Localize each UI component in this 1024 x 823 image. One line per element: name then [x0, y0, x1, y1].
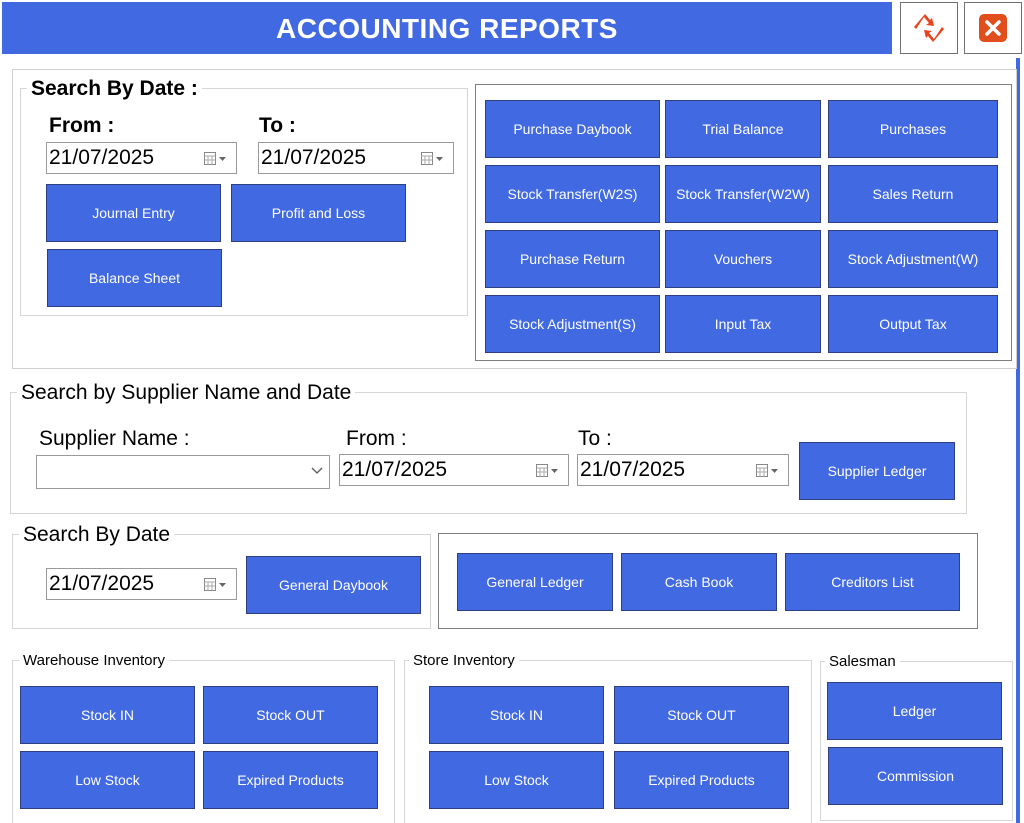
supplier-ledger-button[interactable]: Supplier Ledger: [799, 442, 955, 500]
warehouse-expired-products-button[interactable]: Expired Products: [203, 751, 378, 809]
salesman-ledger-button[interactable]: Ledger: [827, 682, 1002, 740]
refresh-button[interactable]: [900, 2, 958, 54]
stock-transfer-w2w-label: Stock Transfer(W2W): [676, 186, 810, 202]
sales-return-label: Sales Return: [872, 186, 954, 202]
store-inventory-legend: Store Inventory: [409, 652, 519, 669]
from-date-picker[interactable]: 21/07/2025: [46, 142, 237, 174]
general-daybook-button[interactable]: General Daybook: [246, 556, 421, 614]
journal-entry-button[interactable]: Journal Entry: [46, 184, 221, 242]
balance-sheet-label: Balance Sheet: [88, 270, 181, 286]
store-low-stock-label: Low Stock: [484, 772, 549, 788]
stock-adjustment-w-label: Stock Adjustment(W): [847, 251, 979, 267]
creditors-list-button[interactable]: Creditors List: [785, 553, 960, 611]
warehouse-stock-out-button[interactable]: Stock OUT: [203, 686, 378, 744]
store-low-stock-button[interactable]: Low Stock: [429, 751, 604, 809]
output-tax-label: Output Tax: [879, 316, 947, 332]
from-label: From :: [49, 114, 115, 137]
input-tax-label: Input Tax: [714, 316, 772, 332]
store-stock-in-label: Stock IN: [490, 707, 543, 723]
to-date-picker[interactable]: 21/07/2025: [258, 142, 454, 174]
supplier-to-label: To :: [578, 427, 612, 450]
salesman-legend: Salesman: [825, 653, 900, 670]
purchase-daybook-button[interactable]: Purchase Daybook: [485, 100, 660, 158]
balance-sheet-button[interactable]: Balance Sheet: [47, 249, 222, 307]
general-ledger-button[interactable]: General Ledger: [457, 553, 613, 611]
general-daybook-label: General Daybook: [279, 577, 388, 593]
purchase-return-button[interactable]: Purchase Return: [485, 230, 660, 288]
title-bar: ACCOUNTING REPORTS: [2, 2, 892, 54]
supplier-name-dropdown[interactable]: [36, 455, 330, 489]
warehouse-low-stock-button[interactable]: Low Stock: [20, 751, 195, 809]
general-ledger-label: General Ledger: [486, 574, 584, 590]
stock-adjustment-s-label: Stock Adjustment(S): [509, 316, 636, 332]
supplier-from-date-value: 21/07/2025: [342, 458, 448, 481]
chevron-down-icon: [311, 467, 323, 474]
warehouse-low-stock-label: Low Stock: [75, 772, 140, 788]
store-expired-products-label: Expired Products: [648, 772, 755, 788]
salesman-commission-label: Commission: [876, 768, 954, 784]
from-date-value: 21/07/2025: [49, 146, 155, 169]
purchases-label: Purchases: [879, 121, 947, 137]
warehouse-expired-products-label: Expired Products: [237, 772, 344, 788]
supplier-search-legend: Search by Supplier Name and Date: [17, 381, 356, 405]
trial-balance-label: Trial Balance: [702, 121, 784, 137]
profit-and-loss-button[interactable]: Profit and Loss: [231, 184, 406, 242]
supplier-from-label: From :: [346, 427, 407, 450]
output-tax-button[interactable]: Output Tax: [828, 295, 998, 353]
search-by-date-legend: Search By Date :: [27, 77, 202, 101]
supplier-ledger-label: Supplier Ledger: [827, 463, 927, 479]
creditors-list-label: Creditors List: [831, 574, 914, 590]
store-expired-products-button[interactable]: Expired Products: [614, 751, 789, 809]
purchase-return-label: Purchase Return: [519, 251, 626, 267]
vouchers-button[interactable]: Vouchers: [665, 230, 821, 288]
store-stock-out-button[interactable]: Stock OUT: [614, 686, 789, 744]
warehouse-inventory-legend: Warehouse Inventory: [19, 652, 170, 669]
store-stock-in-button[interactable]: Stock IN: [429, 686, 604, 744]
supplier-to-date-picker[interactable]: 21/07/2025: [577, 454, 789, 486]
stock-adjustment-w-button[interactable]: Stock Adjustment(W): [828, 230, 998, 288]
close-button[interactable]: [964, 2, 1022, 54]
salesman-ledger-label: Ledger: [892, 703, 937, 719]
store-stock-out-label: Stock OUT: [667, 707, 736, 723]
journal-entry-label: Journal Entry: [92, 205, 175, 221]
purchases-button[interactable]: Purchases: [828, 100, 998, 158]
stock-adjustment-s-button[interactable]: Stock Adjustment(S): [485, 295, 660, 353]
daybook-search-legend: Search By Date: [19, 523, 175, 547]
daybook-date-picker[interactable]: 21/07/2025: [46, 568, 237, 600]
page-title: ACCOUNTING REPORTS: [276, 13, 618, 44]
calendar-dropdown-icon: [204, 152, 226, 165]
daybook-date-value: 21/07/2025: [49, 572, 155, 595]
cash-book-label: Cash Book: [664, 574, 734, 590]
to-label: To :: [259, 114, 296, 137]
sales-return-button[interactable]: Sales Return: [828, 165, 998, 223]
calendar-dropdown-icon: [756, 464, 778, 477]
stock-transfer-w2w-button[interactable]: Stock Transfer(W2W): [665, 165, 821, 223]
supplier-name-label: Supplier Name :: [39, 427, 190, 450]
input-tax-button[interactable]: Input Tax: [665, 295, 821, 353]
calendar-dropdown-icon: [536, 464, 558, 477]
salesman-commission-button[interactable]: Commission: [828, 747, 1003, 805]
profit-and-loss-label: Profit and Loss: [271, 205, 366, 221]
trial-balance-button[interactable]: Trial Balance: [665, 100, 821, 158]
warehouse-stock-in-label: Stock IN: [81, 707, 134, 723]
calendar-dropdown-icon: [204, 578, 226, 591]
stock-transfer-w2s-button[interactable]: Stock Transfer(W2S): [485, 165, 660, 223]
cash-book-button[interactable]: Cash Book: [621, 553, 777, 611]
warehouse-stock-in-button[interactable]: Stock IN: [20, 686, 195, 744]
calendar-dropdown-icon: [421, 152, 443, 165]
purchase-daybook-label: Purchase Daybook: [513, 121, 632, 137]
vouchers-label: Vouchers: [713, 251, 773, 267]
close-x-icon: [979, 14, 1007, 42]
refresh-arrows-icon: [914, 14, 944, 42]
warehouse-stock-out-label: Stock OUT: [256, 707, 325, 723]
supplier-to-date-value: 21/07/2025: [580, 458, 686, 481]
stock-transfer-w2s-label: Stock Transfer(W2S): [507, 186, 638, 202]
supplier-from-date-picker[interactable]: 21/07/2025: [339, 454, 569, 486]
to-date-value: 21/07/2025: [261, 146, 367, 169]
